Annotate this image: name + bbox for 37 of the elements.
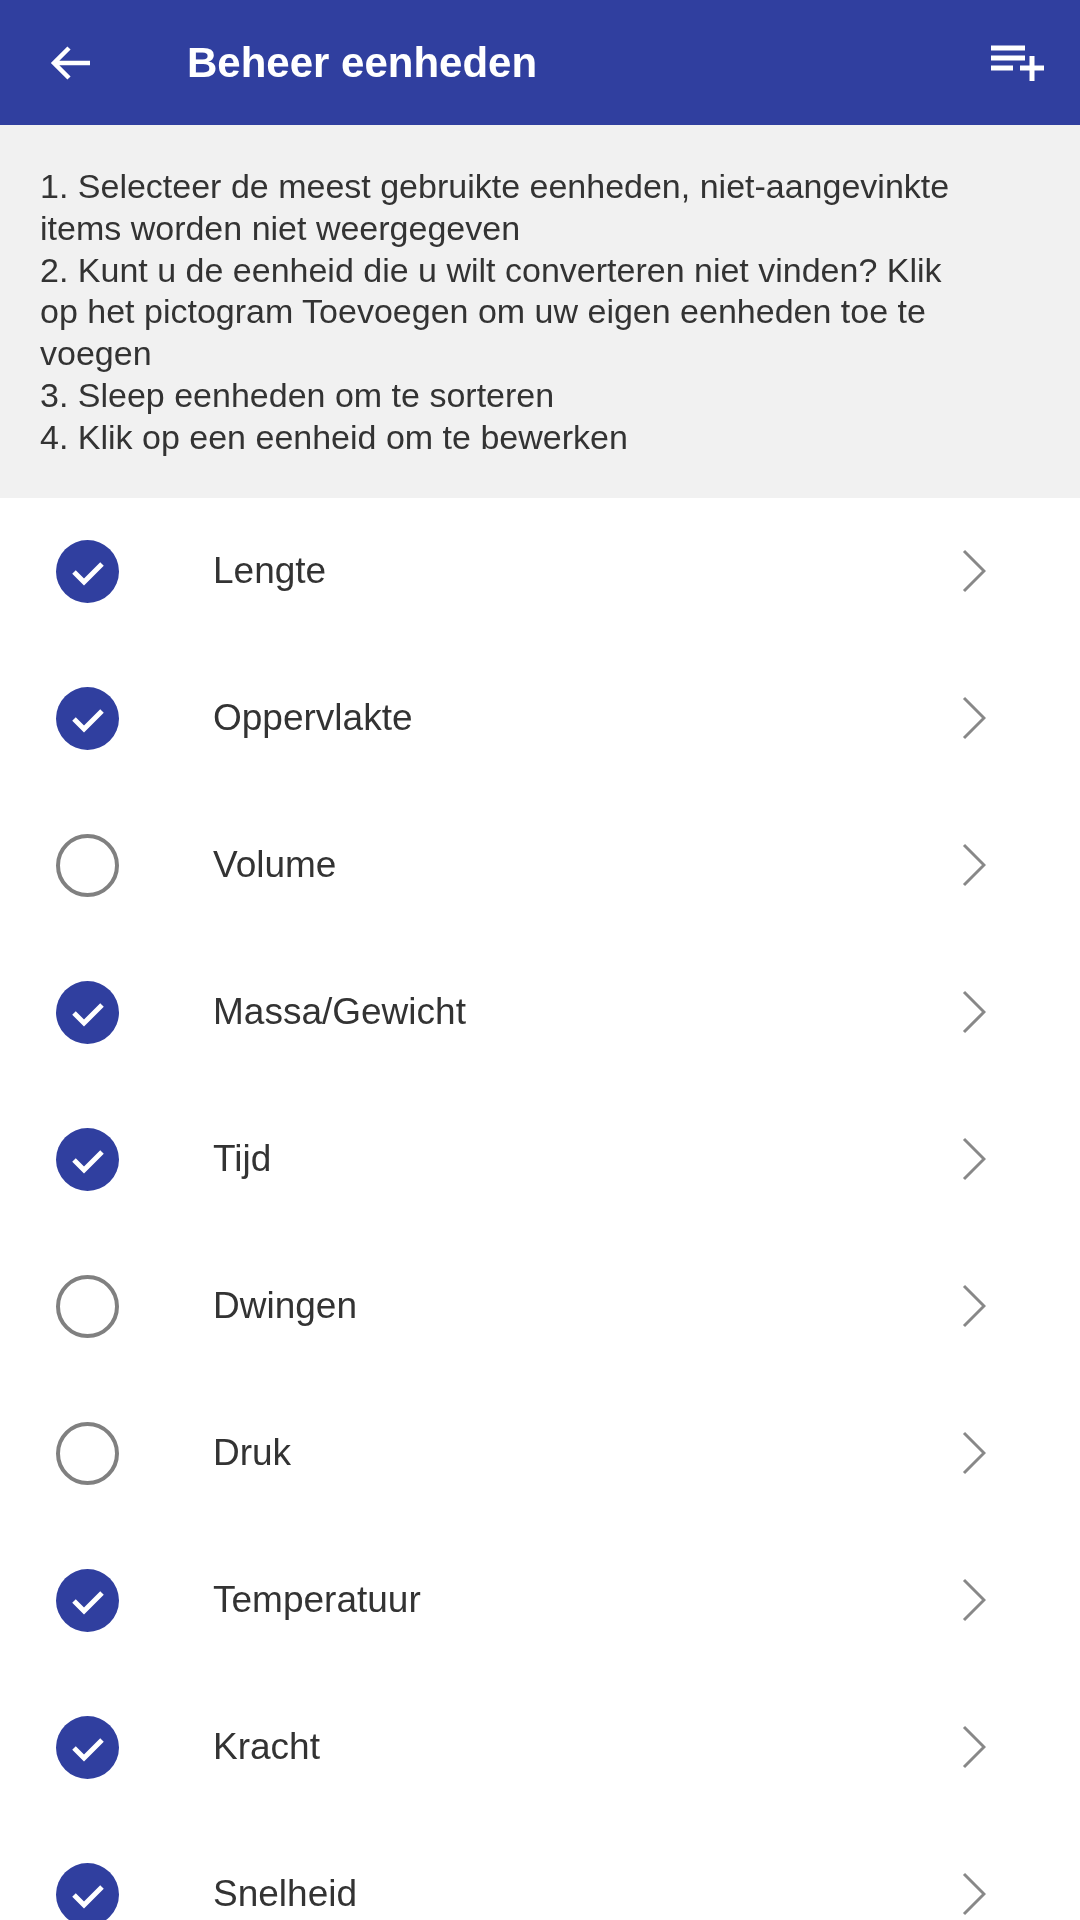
chevron-right-icon xyxy=(962,1431,986,1476)
chevron-right-icon xyxy=(962,1872,986,1917)
back-arrow-icon[interactable] xyxy=(50,44,92,81)
list-add-icon[interactable] xyxy=(991,44,1044,81)
checkbox[interactable] xyxy=(56,539,119,603)
instruction-text: 2. Kunt u de eenheid die u wilt converteren niet vinden? Klik op het pictogram Toevoegen om uw eigen eenheden toe te voegen xyxy=(40,249,943,375)
unit-name[interactable]: Temperatuur xyxy=(213,1577,962,1623)
checkbox[interactable] xyxy=(56,833,119,897)
checkbox[interactable] xyxy=(56,980,119,1044)
checkbox[interactable] xyxy=(56,686,119,750)
app-bar-title: Beheer eenheden xyxy=(187,41,539,84)
checkbox[interactable] xyxy=(56,1127,119,1191)
instruction-text: 1. Selecteer de meest gebruikte eenheden, niet-aangevinkte items worden niet weergegeven xyxy=(40,166,951,249)
unit-name[interactable]: Oppervlakte xyxy=(213,695,962,741)
chevron-right-icon xyxy=(962,843,986,888)
chevron-right-icon xyxy=(962,990,986,1035)
instruction-text: 3. Sleep eenheden om te sorteren xyxy=(40,375,556,416)
chevron-right-icon xyxy=(962,696,986,741)
unit-name[interactable]: Kracht xyxy=(213,1724,962,1770)
checkbox[interactable] xyxy=(56,1568,119,1632)
unit-name[interactable]: Druk xyxy=(213,1430,962,1476)
unit-name[interactable]: Snelheid xyxy=(213,1871,962,1917)
unit-name[interactable]: Massa/Gewicht xyxy=(213,989,962,1035)
unit-name[interactable]: Dwingen xyxy=(213,1283,962,1329)
chevron-right-icon xyxy=(962,1578,986,1623)
chevron-right-icon xyxy=(962,1137,986,1182)
unit-name[interactable]: Volume xyxy=(213,842,962,888)
unit-name[interactable]: Tijd xyxy=(213,1136,962,1182)
checkbox[interactable] xyxy=(56,1421,119,1485)
unit-name[interactable]: Lengte xyxy=(213,548,962,594)
instruction-text: 4. Klik op een eenheid om te bewerken xyxy=(40,416,629,458)
checkbox[interactable] xyxy=(56,1862,119,1920)
chevron-right-icon xyxy=(962,549,986,594)
chevron-right-icon xyxy=(962,1725,986,1770)
chevron-right-icon xyxy=(962,1284,986,1329)
checkbox[interactable] xyxy=(56,1715,119,1779)
checkbox[interactable] xyxy=(56,1274,119,1338)
